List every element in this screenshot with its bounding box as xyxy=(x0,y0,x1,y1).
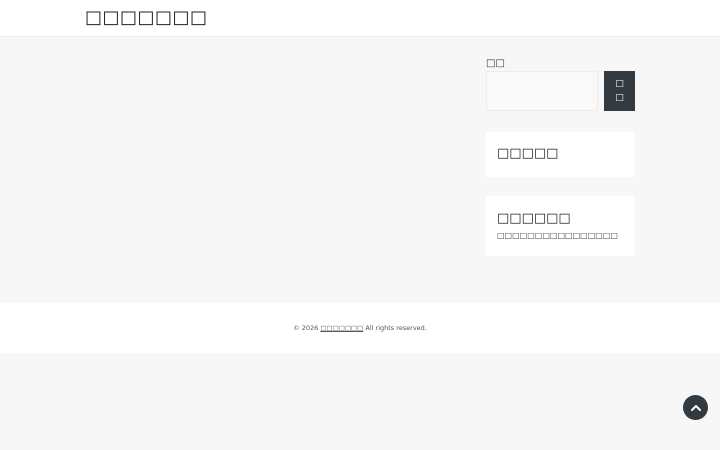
site-title[interactable]: □□□□□□□ xyxy=(85,7,208,28)
chevron-up-icon xyxy=(690,404,701,411)
widget-title: □□□□□ xyxy=(497,146,559,161)
back-to-top-button[interactable] xyxy=(683,395,708,420)
search-button[interactable]: □□ xyxy=(604,71,635,111)
widget-text: □□□□□□□□□□□□□□□□ xyxy=(497,231,618,240)
copyright: © 2026 □□□□□□□ All rights reserved. xyxy=(0,324,720,332)
site-footer: © 2026 □□□□□□□ All rights reserved. xyxy=(0,303,720,353)
copyright-suffix: All rights reserved. xyxy=(365,324,427,332)
search-button-label: □□ xyxy=(615,79,624,103)
sidebar-widget-2: □□□□□□ □□□□□□□□□□□□□□□□ xyxy=(486,196,635,256)
footer-site-link[interactable]: □□□□□□□ xyxy=(320,324,363,332)
widget-title: □□□□□□ xyxy=(497,211,571,226)
search-input[interactable] xyxy=(486,71,598,111)
sidebar-widget-1: □□□□□ xyxy=(486,132,635,177)
search-label: □□ xyxy=(486,58,505,69)
copyright-prefix: © 2026 xyxy=(293,324,319,332)
site-header: □□□□□□□ xyxy=(0,0,720,37)
